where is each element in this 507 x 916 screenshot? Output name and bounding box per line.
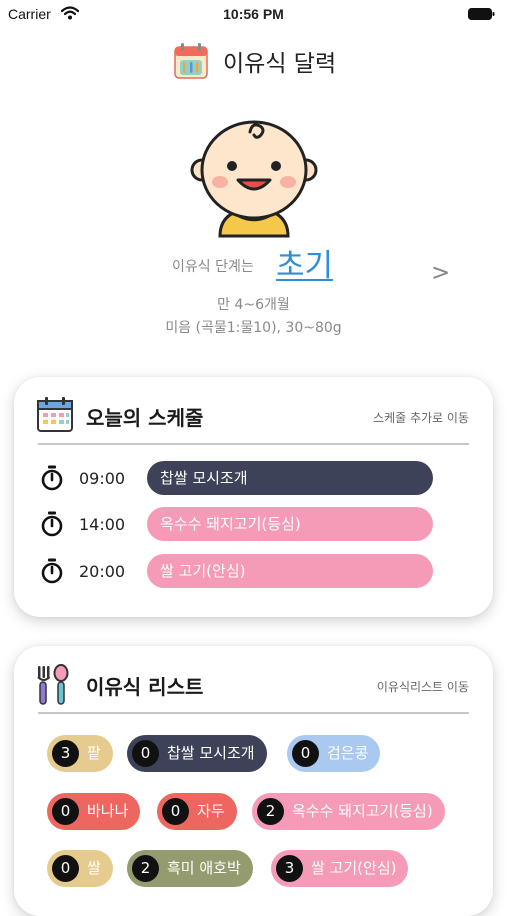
food-count-badge: 0 <box>162 798 189 825</box>
calendar-food-icon <box>174 43 208 79</box>
food-chip[interactable]: 0 검은콩 <box>287 735 381 772</box>
stopwatch-icon <box>41 511 63 537</box>
baby-icon <box>190 120 318 238</box>
food-chip[interactable]: 0 자두 <box>157 793 237 830</box>
stage-age: 만 4~6개월 <box>217 297 290 313</box>
food-chip-label: 흑미 애호박 <box>167 859 241 877</box>
food-count-badge: 0 <box>132 740 159 767</box>
stopwatch-icon <box>41 465 63 491</box>
food-chip-label: 자두 <box>197 802 225 820</box>
food-chip-label: 바나나 <box>87 802 129 820</box>
food-chip[interactable]: 0 바나나 <box>47 793 141 830</box>
food-chip[interactable]: 2 옥수수 돼지고기(등심) <box>252 793 445 830</box>
food-chip[interactable]: 3 쌀 고기(안심) <box>271 850 409 887</box>
schedule-title: 오늘의 스케줄 <box>86 406 204 430</box>
schedule-row: 20:00 쌀 고기(안심) <box>14 554 493 588</box>
stage-portion: 미음 (곡물1:물10), 30~80g <box>165 320 342 336</box>
schedule-food-pill[interactable]: 옥수수 돼지고기(등심) <box>147 507 433 541</box>
schedule-time: 09:00 <box>79 469 126 488</box>
divider <box>38 443 469 445</box>
food-count-badge: 2 <box>257 798 284 825</box>
schedule-time: 14:00 <box>79 515 126 534</box>
food-chip-label: 검은콩 <box>327 744 369 762</box>
stage-value-link[interactable]: 초기 <box>276 240 333 285</box>
schedule-food-pill[interactable]: 찹쌀 모시조개 <box>147 461 433 495</box>
battery-icon <box>468 8 495 20</box>
food-count-badge: 0 <box>292 740 319 767</box>
stage-label: 이유식 단계는 <box>172 259 254 275</box>
schedule-row: 09:00 찹쌀 모시조개 <box>14 461 493 495</box>
utensils-icon <box>37 664 69 705</box>
food-count-badge: 3 <box>52 740 79 767</box>
food-count-badge: 0 <box>52 798 79 825</box>
next-stage-button[interactable]: > <box>431 260 450 286</box>
food-chip-label: 쌀 <box>87 859 101 877</box>
schedule-row: 14:00 옥수수 돼지고기(등심) <box>14 507 493 541</box>
app-title: 이유식 달력 <box>223 51 337 77</box>
status-bar: Carrier 10:56 PM <box>0 0 507 28</box>
status-time: 10:56 PM <box>223 6 284 22</box>
food-list-card: 이유식 리스트 이유식리스트 이동 3 팥 0 찹쌀 모시조개 0 검은콩 0 … <box>14 646 493 916</box>
food-chip-label: 찹쌀 모시조개 <box>167 744 255 762</box>
food-count-badge: 2 <box>132 855 159 882</box>
food-count-badge: 3 <box>276 855 303 882</box>
food-chip[interactable]: 0 찹쌀 모시조개 <box>127 735 267 772</box>
food-chip[interactable]: 3 팥 <box>47 735 113 772</box>
calendar-icon <box>37 397 73 432</box>
food-list-title: 이유식 리스트 <box>86 675 204 699</box>
app-header: 이유식 달력 <box>0 38 507 82</box>
schedule-card: 오늘의 스케줄 스케줄 추가로 이동 09:00 찹쌀 모시조개 14:00 옥… <box>14 377 493 617</box>
schedule-food-pill[interactable]: 쌀 고기(안심) <box>147 554 433 588</box>
stopwatch-icon <box>41 558 63 584</box>
schedule-time: 20:00 <box>79 562 126 581</box>
food-chip-label: 쌀 고기(안심) <box>311 859 397 877</box>
food-chip-label: 팥 <box>87 744 101 762</box>
food-chip[interactable]: 2 흑미 애호박 <box>127 850 253 887</box>
food-chip-label: 옥수수 돼지고기(등심) <box>292 802 433 820</box>
schedule-add-link[interactable]: 스케줄 추가로 이동 <box>373 409 469 426</box>
food-list-link[interactable]: 이유식리스트 이동 <box>377 678 469 695</box>
food-chip[interactable]: 0 쌀 <box>47 850 113 887</box>
food-count-badge: 0 <box>52 855 79 882</box>
divider <box>38 712 469 714</box>
